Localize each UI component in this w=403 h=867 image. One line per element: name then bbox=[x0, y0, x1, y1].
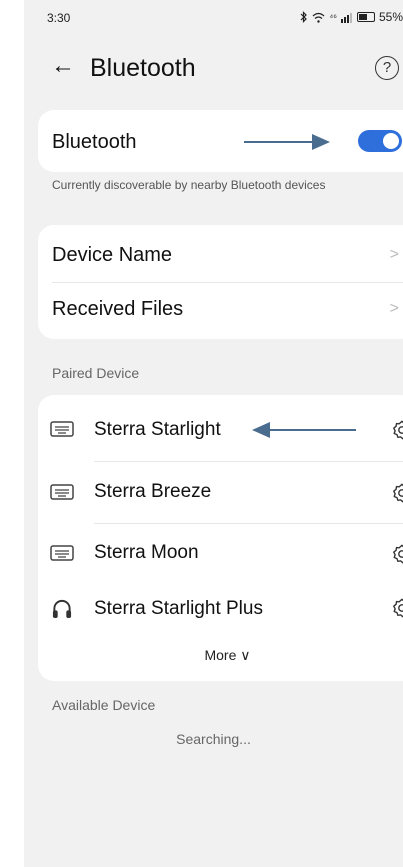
paired-device-row[interactable]: Sterra Breeze bbox=[38, 461, 403, 523]
gear-icon[interactable] bbox=[391, 482, 403, 504]
paired-device-row[interactable]: Sterra Moon bbox=[38, 523, 403, 581]
help-icon[interactable]: ? bbox=[375, 56, 399, 80]
received-files-row[interactable]: Received Files > bbox=[38, 282, 403, 339]
gear-icon[interactable] bbox=[391, 543, 403, 565]
battery-percent: 55% bbox=[378, 10, 403, 24]
device-name: Sterra Starlight Plus bbox=[94, 598, 263, 619]
device-name-label: Device Name bbox=[52, 244, 173, 266]
paired-device-heading: Paired Device bbox=[52, 365, 140, 381]
annotation-arrow-device bbox=[252, 422, 356, 438]
bluetooth-label: Bluetooth bbox=[52, 131, 137, 153]
status-bar: 3:30 ⁴⁶ 55% bbox=[24, 0, 403, 34]
app-header: ← Bluetooth ? bbox=[24, 48, 403, 94]
received-files-label: Received Files bbox=[52, 298, 184, 320]
available-device-heading: Available Device bbox=[52, 697, 156, 713]
bluetooth-toggle-switch[interactable] bbox=[358, 130, 402, 152]
device-name: Sterra Breeze bbox=[94, 481, 212, 502]
status-icons: ⁴⁶ 55% bbox=[300, 10, 403, 24]
back-arrow-icon[interactable]: ← bbox=[51, 52, 75, 80]
wifi-icon bbox=[312, 12, 325, 23]
settings-card: Device Name > Received Files > bbox=[38, 225, 403, 339]
status-time: 3:30 bbox=[47, 11, 71, 25]
keyboard-icon bbox=[50, 484, 74, 500]
device-name: Sterra Moon bbox=[94, 542, 199, 563]
paired-device-row[interactable]: Sterra Starlight bbox=[38, 395, 403, 461]
device-name: Sterra Starlight bbox=[94, 419, 221, 440]
battery-icon bbox=[356, 12, 375, 22]
bluetooth-toggle-card: Bluetooth bbox=[38, 110, 403, 172]
chevron-right-icon: > bbox=[389, 246, 399, 263]
keyboard-icon bbox=[50, 421, 74, 437]
discoverable-caption: Currently discoverable by nearby Bluetoo… bbox=[52, 178, 326, 192]
headphones-icon bbox=[52, 599, 72, 619]
paired-devices-card: Sterra Starlight Sterra Breeze Sterra Mo… bbox=[38, 395, 403, 681]
network-type: ⁴⁶ bbox=[329, 12, 337, 22]
phone-screen: 3:30 ⁴⁶ 55% ← Bluetooth ? Bluetooth Curr… bbox=[24, 0, 403, 867]
annotation-arrow-toggle bbox=[244, 134, 330, 150]
keyboard-icon bbox=[50, 545, 74, 561]
gear-icon[interactable] bbox=[391, 597, 403, 619]
chevron-right-icon: > bbox=[389, 300, 399, 317]
gear-icon[interactable] bbox=[391, 419, 403, 441]
signal-icon bbox=[340, 12, 352, 23]
page-title: Bluetooth bbox=[90, 54, 196, 82]
device-name-row[interactable]: Device Name > bbox=[38, 225, 403, 282]
bluetooth-icon bbox=[300, 11, 308, 23]
paired-device-row[interactable]: Sterra Starlight Plus bbox=[38, 581, 403, 637]
toggle-knob bbox=[383, 133, 399, 149]
more-devices-button[interactable]: More ∨ bbox=[38, 647, 403, 664]
searching-status: Searching... bbox=[176, 731, 251, 747]
